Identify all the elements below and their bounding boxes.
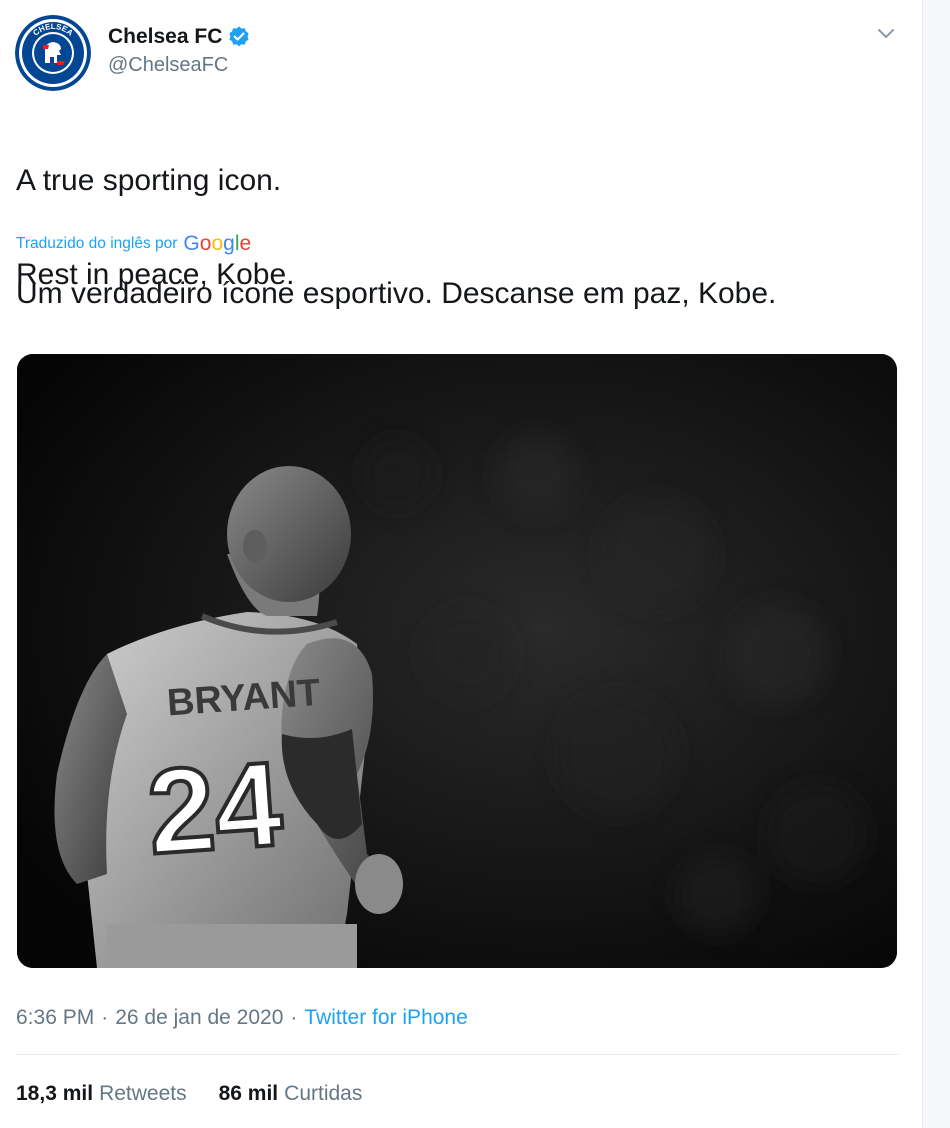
tweet-card: CHELSEA Chelsea FC @ChelseaFC A true spo… [0,0,922,1128]
author-handle[interactable]: @ChelseaFC [108,54,251,77]
likes-count: 86 mil [218,1082,279,1105]
tweet-translation: Um verdadeiro ícone esportivo. Descanse … [16,277,777,310]
meta-separator: · [290,1006,298,1029]
tweet-photo[interactable]: BRYANT 24 [17,354,897,968]
retweets-label: Retweets [99,1082,187,1105]
author-block: Chelsea FC @ChelseaFC [108,22,251,77]
translated-label: Traduzido do inglês por [16,235,178,252]
verified-badge-icon [227,25,251,49]
tweet-source-link[interactable]: Twitter for iPhone [304,1006,467,1030]
translated-by-google[interactable]: Traduzido do inglês por Google [16,231,251,257]
retweets-stat[interactable]: 18,3 mil Retweets [16,1082,187,1106]
author-name-row: Chelsea FC [108,22,251,52]
tweet-meta: 6:36 PM · 26 de jan de 2020 · Twitter fo… [16,1002,468,1034]
tweet-text-line-1: A true sporting icon. [16,164,282,197]
tweet-stats: 18,3 mil Retweets 86 mil Curtidas [16,1078,394,1110]
tweet-time[interactable]: 6:36 PM [16,1006,94,1030]
chevron-down-icon[interactable] [872,20,900,48]
page-edge [922,0,950,1128]
author-avatar[interactable]: CHELSEA [15,15,91,91]
chelsea-crest-icon: CHELSEA [15,15,91,91]
retweets-count: 18,3 mil [16,1082,94,1105]
likes-label: Curtidas [284,1082,363,1105]
google-logo: Google [183,232,252,255]
tweet-date[interactable]: 26 de jan de 2020 [115,1006,283,1030]
jersey-number: 24 [143,737,286,880]
kobe-bryant-photo: BRYANT 24 [17,354,897,968]
likes-stat[interactable]: 86 mil Curtidas [219,1082,363,1106]
meta-separator: · [101,1006,109,1029]
divider [16,1054,900,1055]
author-name[interactable]: Chelsea FC [108,25,222,49]
